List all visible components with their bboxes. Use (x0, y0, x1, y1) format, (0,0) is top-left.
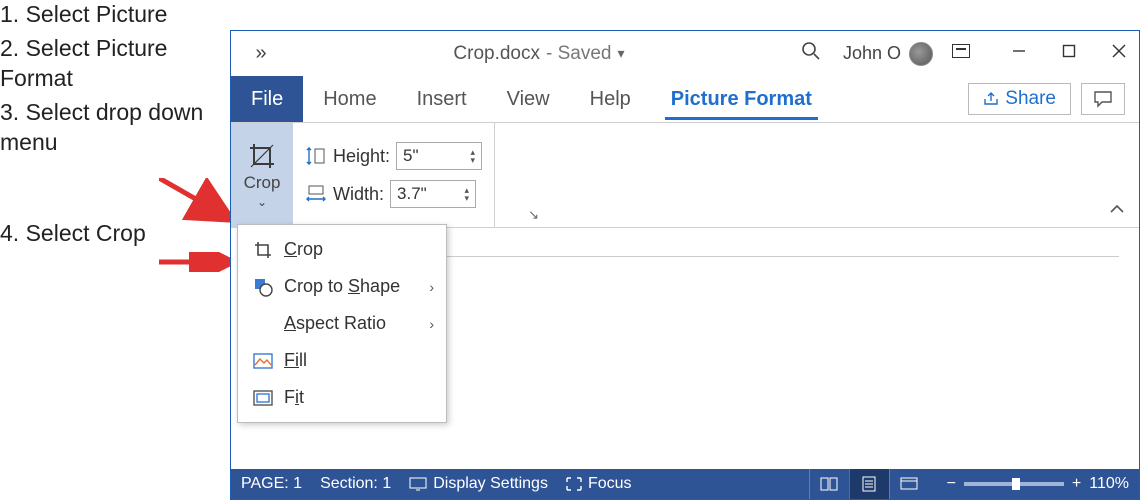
submenu-arrow-icon: › (429, 279, 434, 295)
search-icon[interactable] (797, 41, 825, 66)
share-icon (983, 91, 999, 107)
ribbon-display-options-icon[interactable] (951, 44, 971, 63)
menu-label: Fit (284, 387, 304, 408)
menu-item-fit[interactable]: Fit (238, 379, 446, 416)
instruction-4: 4. Select Crop (0, 219, 224, 249)
zoom-in-button[interactable]: + (1072, 475, 1081, 493)
crop-icon (247, 141, 277, 171)
tab-view[interactable]: View (487, 76, 570, 122)
menu-label: Crop to Shape (284, 276, 400, 297)
menu-item-crop[interactable]: Crop (238, 231, 446, 268)
tab-home[interactable]: Home (303, 76, 396, 122)
print-layout-button[interactable] (849, 469, 889, 499)
spinner-icon[interactable]: ▴▾ (464, 186, 469, 202)
titlebar: » Crop.docx - Saved ▾ John O (231, 31, 1139, 76)
menu-item-aspect-ratio[interactable]: Aspect Ratio › (238, 305, 446, 342)
instruction-1: 1. Select Picture (0, 0, 224, 30)
crop-split-button[interactable]: Crop ⌄ (231, 123, 293, 227)
height-input[interactable]: 5" ▴▾ (396, 142, 482, 170)
collapse-ribbon-icon[interactable] (1109, 201, 1125, 217)
qat-overflow-icon[interactable]: » (241, 42, 281, 65)
display-settings-button[interactable]: Display Settings (409, 475, 548, 493)
display-settings-label: Display Settings (433, 475, 548, 493)
zoom-level[interactable]: 110% (1089, 475, 1129, 493)
status-section[interactable]: Section: 1 (320, 475, 391, 493)
doc-name: Crop.docx (453, 43, 540, 65)
arrow-annotation-4 (159, 252, 239, 272)
chevron-down-icon[interactable]: ⌄ (257, 195, 267, 209)
instruction-2: 2. Select Picture Format (0, 34, 224, 94)
menu-label: Aspect Ratio (284, 313, 386, 334)
status-page[interactable]: PAGE: 1 (241, 475, 302, 493)
menu-item-fill[interactable]: Fill (238, 342, 446, 379)
word-window: » Crop.docx - Saved ▾ John O File Home I… (230, 30, 1140, 500)
ribbon: Crop ⌄ Height: 5" ▴▾ Width: 3.7" ▴▾ ↘ (231, 122, 1139, 228)
menu-label: Fill (284, 350, 307, 371)
fit-icon (252, 388, 274, 408)
focus-label: Focus (588, 475, 632, 493)
window-controls (1009, 44, 1129, 63)
zoom-control: − + 110% (947, 475, 1129, 493)
monitor-icon (409, 477, 427, 491)
share-label: Share (1005, 88, 1056, 110)
instructions-panel: 1. Select Picture 2. Select Picture Form… (0, 0, 224, 253)
save-state: - Saved (546, 43, 611, 65)
minimize-icon[interactable] (1009, 44, 1029, 63)
focus-icon (566, 477, 582, 491)
dialog-launcher-icon[interactable]: ↘ (528, 207, 539, 223)
avatar (909, 42, 933, 66)
maximize-icon[interactable] (1059, 44, 1079, 63)
crop-dropdown-menu: Crop Crop to Shape › Aspect Ratio › Fill… (237, 224, 447, 423)
spinner-icon[interactable]: ▴▾ (471, 148, 476, 164)
focus-button[interactable]: Focus (566, 475, 632, 493)
size-group: Height: 5" ▴▾ Width: 3.7" ▴▾ (293, 123, 495, 227)
tab-picture-format[interactable]: Picture Format (651, 76, 832, 122)
tab-file[interactable]: File (231, 76, 303, 122)
menu-label: Crop (284, 239, 323, 260)
height-label: Height: (333, 146, 390, 167)
blank-icon (252, 314, 274, 334)
zoom-out-button[interactable]: − (947, 475, 956, 493)
width-value: 3.7" (397, 184, 427, 204)
submenu-arrow-icon: › (429, 316, 434, 332)
web-layout-button[interactable] (889, 469, 929, 499)
width-input[interactable]: 3.7" ▴▾ (390, 180, 476, 208)
close-icon[interactable] (1109, 44, 1129, 63)
tab-insert[interactable]: Insert (397, 76, 487, 122)
document-title[interactable]: Crop.docx - Saved ▾ (299, 43, 779, 65)
chevron-down-icon[interactable]: ▾ (618, 45, 625, 62)
ribbon-tabs: File Home Insert View Help Picture Forma… (231, 76, 1139, 122)
width-label: Width: (333, 184, 384, 205)
comments-button[interactable] (1081, 83, 1125, 115)
zoom-slider[interactable] (964, 482, 1064, 486)
share-button[interactable]: Share (968, 83, 1071, 115)
crop-icon (252, 240, 274, 260)
width-icon (305, 184, 327, 204)
crop-to-shape-icon (252, 277, 274, 297)
crop-label: Crop (244, 173, 281, 193)
height-value: 5" (403, 146, 419, 166)
tab-help[interactable]: Help (570, 76, 651, 122)
fill-icon (252, 351, 274, 371)
view-mode-buttons (809, 469, 929, 499)
menu-item-crop-to-shape[interactable]: Crop to Shape › (238, 268, 446, 305)
height-icon (305, 146, 327, 166)
document-area[interactable]: Crop Crop to Shape › Aspect Ratio › Fill… (231, 228, 1139, 469)
instruction-3: 3. Select drop down menu (0, 98, 224, 158)
user-account[interactable]: John O (843, 42, 933, 66)
status-bar: PAGE: 1 Section: 1 Display Settings Focu… (231, 469, 1139, 499)
read-mode-button[interactable] (809, 469, 849, 499)
comment-icon (1093, 90, 1113, 108)
user-name: John O (843, 43, 901, 64)
